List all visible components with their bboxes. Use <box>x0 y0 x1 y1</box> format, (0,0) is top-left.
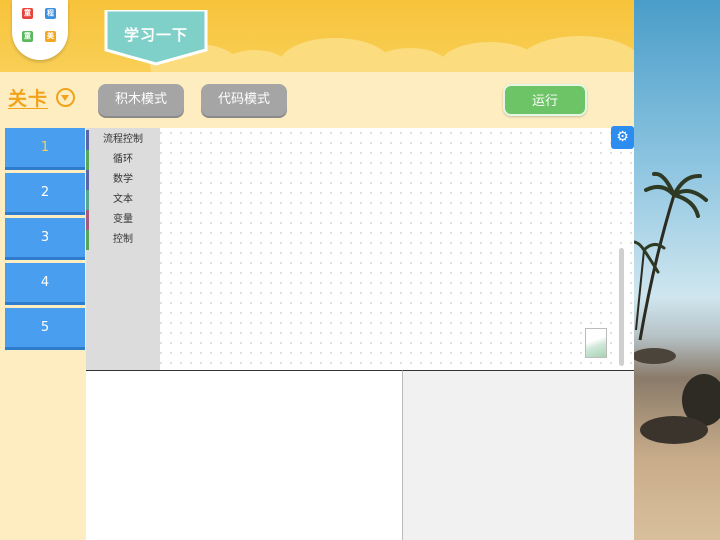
level-item-4[interactable]: 4 <box>5 263 85 305</box>
level-label: 1 <box>40 140 50 155</box>
banner-title: 学习一下 <box>123 26 188 44</box>
toolbox-category-text[interactable]: 文本 <box>86 190 160 210</box>
category-label: 变量 <box>113 214 133 225</box>
logo-tile: 美 <box>45 31 56 42</box>
category-label: 数学 <box>113 174 133 185</box>
trash-can-icon[interactable] <box>585 328 607 358</box>
chevron-down-icon[interactable] <box>56 88 75 107</box>
category-color-stripe <box>86 230 89 250</box>
workspace-scrollbar[interactable] <box>619 248 624 366</box>
toolbox-category-loop[interactable]: 循环 <box>86 150 160 170</box>
level-item-5[interactable]: 5 <box>5 308 85 350</box>
level-label: 5 <box>40 320 50 335</box>
toolbox-category-variable[interactable]: 变量 <box>86 210 160 230</box>
level-title: 关卡 <box>8 88 49 110</box>
level-item-3[interactable]: 3 <box>5 218 85 260</box>
palm-tree-icon <box>634 171 720 444</box>
category-label: 文本 <box>113 194 133 205</box>
output-panel <box>86 370 403 540</box>
settings-gear-icon[interactable]: ⚙ <box>611 126 634 149</box>
level-label: 4 <box>40 275 50 290</box>
toolbox-category-flow[interactable]: 流程控制 <box>86 130 160 150</box>
level-item-1[interactable]: 1 <box>5 128 85 170</box>
category-label: 控制 <box>113 234 133 245</box>
level-label: 2 <box>40 185 50 200</box>
logo-tile: 童 <box>22 8 33 19</box>
toolbox-category-control[interactable]: 控制 <box>86 230 160 250</box>
lesson-banner: 学习一下 <box>104 10 208 66</box>
preview-panel <box>403 370 634 540</box>
toolbox-category-math[interactable]: 数学 <box>86 170 160 190</box>
code-mode-button[interactable]: 代码模式 <box>201 84 287 116</box>
category-label: 循环 <box>113 154 133 165</box>
app-logo: 童 程 童 美 <box>12 0 68 60</box>
background-beach-image <box>634 0 720 540</box>
category-color-stripe <box>86 150 89 170</box>
category-label: 流程控制 <box>103 134 143 145</box>
category-color-stripe <box>86 210 89 230</box>
logo-tile: 童 <box>22 31 33 42</box>
block-workspace[interactable] <box>86 128 634 370</box>
category-color-stripe <box>86 170 89 190</box>
header-bar <box>0 0 634 72</box>
level-label: 3 <box>40 230 50 245</box>
logo-tile: 程 <box>45 8 56 19</box>
block-mode-button[interactable]: 积木模式 <box>98 84 184 116</box>
level-item-2[interactable]: 2 <box>5 173 85 215</box>
category-color-stripe <box>86 190 89 210</box>
category-color-stripe <box>86 130 89 150</box>
run-button[interactable]: 运行 <box>503 84 587 116</box>
